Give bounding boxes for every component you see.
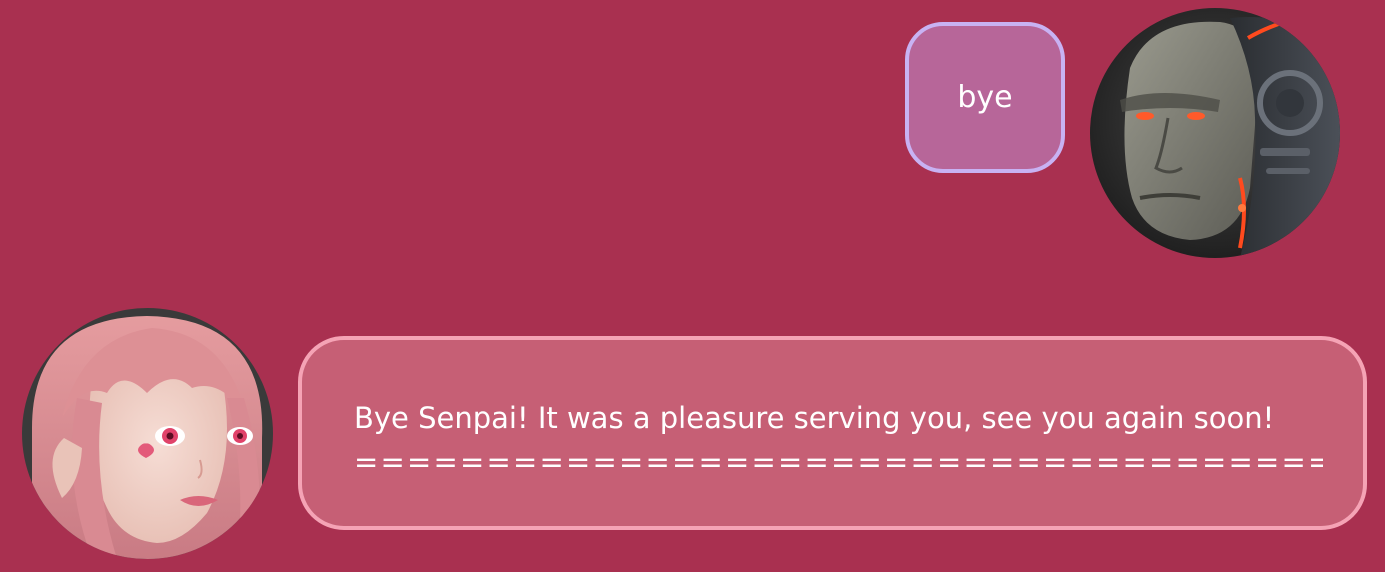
chat-window: bye Bye Senpai! It was a pleasure servin… — [0, 0, 1385, 572]
bot-message-text: Bye Senpai! It was a pleasure serving yo… — [354, 401, 1275, 435]
anime-girl-portrait-icon — [22, 308, 273, 559]
bot-message-divider: ========================================… — [354, 445, 1323, 479]
user-avatar[interactable] — [1090, 8, 1340, 258]
cyborg-portrait-icon — [1090, 8, 1340, 258]
user-message-text: bye — [957, 80, 1013, 115]
user-message-bubble: bye — [905, 22, 1065, 173]
bot-avatar[interactable] — [22, 308, 273, 559]
bot-message-bubble: Bye Senpai! It was a pleasure serving yo… — [298, 336, 1367, 530]
